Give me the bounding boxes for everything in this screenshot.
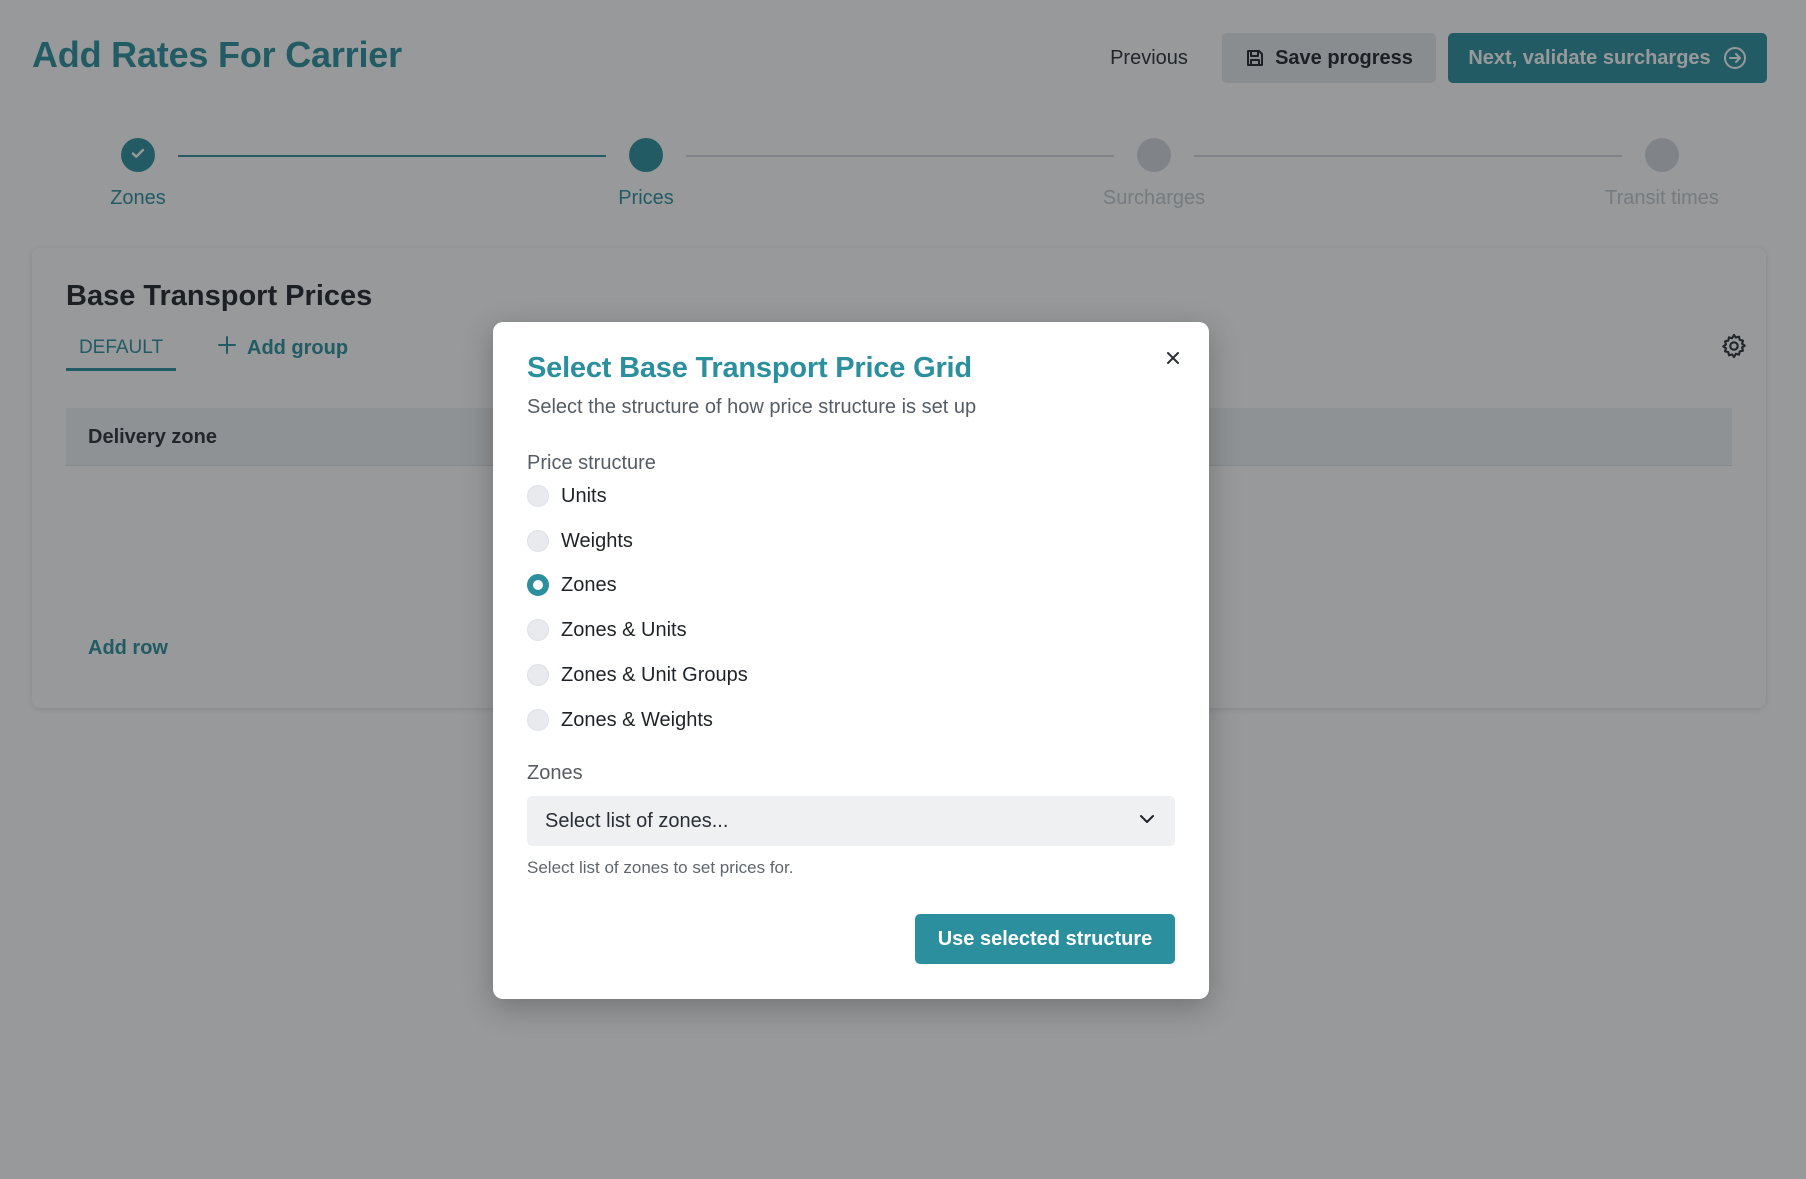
modal-title: Select Base Transport Price Grid — [527, 352, 972, 384]
radio-label: Weights — [561, 529, 633, 552]
radio-option-zones-weights[interactable]: Zones & Weights — [527, 705, 713, 735]
radio-label: Zones & Weights — [561, 708, 713, 731]
radio-button[interactable] — [527, 709, 549, 731]
radio-button[interactable] — [527, 485, 549, 507]
radio-option-zones[interactable]: Zones — [527, 570, 617, 600]
radio-label: Units — [561, 484, 607, 507]
radio-button[interactable] — [527, 530, 549, 552]
radio-label: Zones & Unit Groups — [561, 663, 748, 686]
modal-subtitle: Select the structure of how price struct… — [527, 396, 977, 418]
price-grid-modal: Select Base Transport Price Grid Select … — [493, 322, 1209, 999]
zones-field-label: Zones — [527, 762, 583, 784]
use-selected-structure-button[interactable]: Use selected structure — [915, 914, 1175, 964]
page: Add Rates For Carrier Previous Save prog… — [0, 0, 1806, 1179]
radio-label: Zones — [561, 573, 617, 596]
radio-label: Zones & Units — [561, 618, 687, 641]
zones-select-placeholder: Select list of zones... — [545, 809, 729, 832]
price-structure-label: Price structure — [527, 452, 656, 474]
radio-button[interactable] — [527, 619, 549, 641]
radio-option-units[interactable]: Units — [527, 481, 607, 511]
radio-option-weights[interactable]: Weights — [527, 526, 633, 556]
zones-select[interactable]: Select list of zones... — [527, 796, 1175, 846]
radio-option-zones-units[interactable]: Zones & Units — [527, 615, 687, 645]
radio-button-selected[interactable] — [527, 574, 549, 596]
close-icon[interactable] — [1159, 344, 1187, 372]
zones-hint: Select list of zones to set prices for. — [527, 858, 794, 877]
chevron-down-icon — [1137, 809, 1157, 834]
radio-button[interactable] — [527, 664, 549, 686]
radio-option-zones-unit-groups[interactable]: Zones & Unit Groups — [527, 660, 748, 690]
